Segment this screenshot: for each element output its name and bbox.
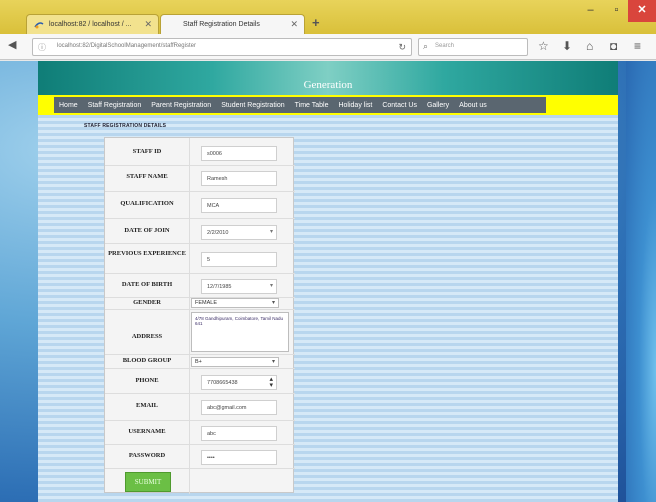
row-divider <box>105 368 295 369</box>
address-textarea[interactable]: 4/78 Gandhipuram, Coimbatore, Tamil Nadu… <box>191 312 289 352</box>
label-username: USERNAME <box>128 428 166 435</box>
username-input[interactable]: abc <box>201 426 277 441</box>
label-password: PASSWORD <box>128 452 166 459</box>
chevron-down-icon: ▾ <box>271 359 275 365</box>
label-date-of-birth: DATE OF BIRTH <box>121 281 173 288</box>
chevron-down-icon: ▾ <box>271 300 275 306</box>
label-date-of-join: DATE OF JOIN <box>124 227 170 234</box>
search-icon: ⌕ <box>423 41 429 51</box>
phpmyadmin-icon <box>34 22 44 29</box>
date-picker-icon[interactable]: ▾ <box>270 228 273 235</box>
row-divider <box>105 354 295 355</box>
close-window-icon[interactable]: ✕ <box>628 0 656 22</box>
row-divider <box>105 309 295 310</box>
page-viewport: Generation Home Staff Registration Paren… <box>0 61 656 502</box>
tab-title: Staff Registration Details <box>183 21 260 28</box>
close-tab-icon[interactable]: ✕ <box>144 19 152 30</box>
minimize-icon[interactable]: – <box>578 0 603 22</box>
search-input[interactable]: ⌕ Search <box>418 38 528 56</box>
staff-name-input[interactable]: Ramesh <box>201 171 277 186</box>
email-input[interactable]: abc@gmail.com <box>201 400 277 415</box>
section-heading: STAFF REGISTRATION DETAILS <box>84 123 167 129</box>
url-text: localhost:82/DigitalSchoolManagement/sta… <box>57 43 196 49</box>
pocket-icon[interactable]: ◘ <box>610 39 617 53</box>
site-banner: Generation <box>38 61 618 95</box>
password-input[interactable]: •••• <box>201 450 277 465</box>
submit-button[interactable]: SUBMIT <box>125 472 171 492</box>
page-content: Generation Home Staff Registration Paren… <box>38 61 618 502</box>
row-divider <box>105 243 295 244</box>
label-qualification: QUALIFICATION <box>120 200 174 207</box>
menu-item-staff-registration[interactable]: Staff Registration <box>83 102 147 109</box>
background-decoration <box>626 61 656 502</box>
phone-input[interactable]: 7708665438 ▴ ▾ <box>201 375 277 390</box>
menu-icon[interactable]: ≡ <box>634 39 641 53</box>
blood-group-value: B+ <box>195 359 202 365</box>
gender-select[interactable]: FEMALE ▾ <box>191 298 279 308</box>
browser-navbar: ◀ ⓘ localhost:82/DigitalSchoolManagement… <box>0 34 656 60</box>
back-icon[interactable]: ◀ <box>8 38 16 51</box>
info-icon: ⓘ <box>38 43 46 52</box>
home-icon[interactable]: ⌂ <box>586 39 593 53</box>
download-icon[interactable]: ⬇ <box>562 39 572 53</box>
menu-item-student-registration[interactable]: Student Registration <box>216 102 289 109</box>
blood-group-select[interactable]: B+ ▾ <box>191 357 279 367</box>
label-previous-experience: PREVIOUS EXPERIENCE <box>108 250 186 257</box>
row-divider <box>105 273 295 274</box>
label-gender: GENDER <box>133 299 161 306</box>
address-bar[interactable]: ⓘ localhost:82/DigitalSchoolManagement/s… <box>32 38 412 56</box>
browser-tab-phpmyadmin[interactable]: localhost:82 / localhost / ... ✕ <box>26 14 159 34</box>
label-phone: PHONE <box>135 377 159 384</box>
row-divider <box>105 444 295 445</box>
date-of-join-value: 2/2/2010 <box>207 230 229 236</box>
label-staff-id: STAFF ID <box>132 148 162 155</box>
browser-tab-staff-registration[interactable]: Staff Registration Details ✕ <box>160 14 305 34</box>
date-of-birth-input[interactable]: 12/7/1985 ▾ <box>201 279 277 294</box>
menu-items: Home Staff Registration Parent Registrat… <box>54 97 546 113</box>
previous-experience-input[interactable]: 5 <box>201 252 277 267</box>
search-placeholder: Search <box>435 43 455 49</box>
label-email: EMAIL <box>135 402 159 409</box>
menu-item-holiday-list[interactable]: Holiday list <box>333 102 377 109</box>
menu-item-time-table[interactable]: Time Table <box>290 102 334 109</box>
qualification-input[interactable]: MCA <box>201 198 277 213</box>
staff-id-input[interactable]: s0006 <box>201 146 277 161</box>
row-divider <box>105 393 295 394</box>
row-divider <box>105 165 295 166</box>
date-of-join-input[interactable]: 2/2/2010 ▾ <box>201 225 277 240</box>
menu-item-about-us[interactable]: About us <box>454 102 492 109</box>
row-divider <box>105 218 295 219</box>
close-tab-icon[interactable]: ✕ <box>290 19 298 30</box>
site-title: Generation <box>303 79 353 91</box>
menu-item-contact-us[interactable]: Contact Us <box>377 102 422 109</box>
menu-item-parent-registration[interactable]: Parent Registration <box>146 102 216 109</box>
browser-titlebar: localhost:82 / localhost / ... ✕ Staff R… <box>0 0 656 34</box>
row-divider <box>105 468 295 469</box>
row-divider <box>105 420 295 421</box>
menu-item-gallery[interactable]: Gallery <box>422 102 454 109</box>
label-address: ADDRESS <box>131 333 163 340</box>
menu-item-home[interactable]: Home <box>54 102 83 109</box>
staff-registration-form: STAFF ID s0006 STAFF NAME Ramesh QUALIFI… <box>104 137 295 494</box>
row-divider <box>105 191 295 192</box>
tab-title: localhost:82 / localhost / ... <box>49 21 132 28</box>
new-tab-icon[interactable]: + <box>312 15 320 30</box>
bookmark-star-icon[interactable]: ☆ <box>538 39 549 53</box>
label-blood-group: BLOOD GROUP <box>122 357 172 364</box>
reload-icon[interactable]: ↻ <box>398 42 406 53</box>
maximize-icon[interactable]: ▫ <box>604 0 629 22</box>
label-staff-name: STAFF NAME <box>126 173 168 180</box>
phone-value: 7708665438 <box>207 380 238 386</box>
date-of-birth-value: 12/7/1985 <box>207 284 232 290</box>
number-spinner-icon[interactable]: ▴ ▾ <box>269 376 273 389</box>
date-picker-icon[interactable]: ▾ <box>270 282 273 289</box>
gender-value: FEMALE <box>195 300 218 306</box>
main-menu: Home Staff Registration Parent Registrat… <box>38 95 618 115</box>
